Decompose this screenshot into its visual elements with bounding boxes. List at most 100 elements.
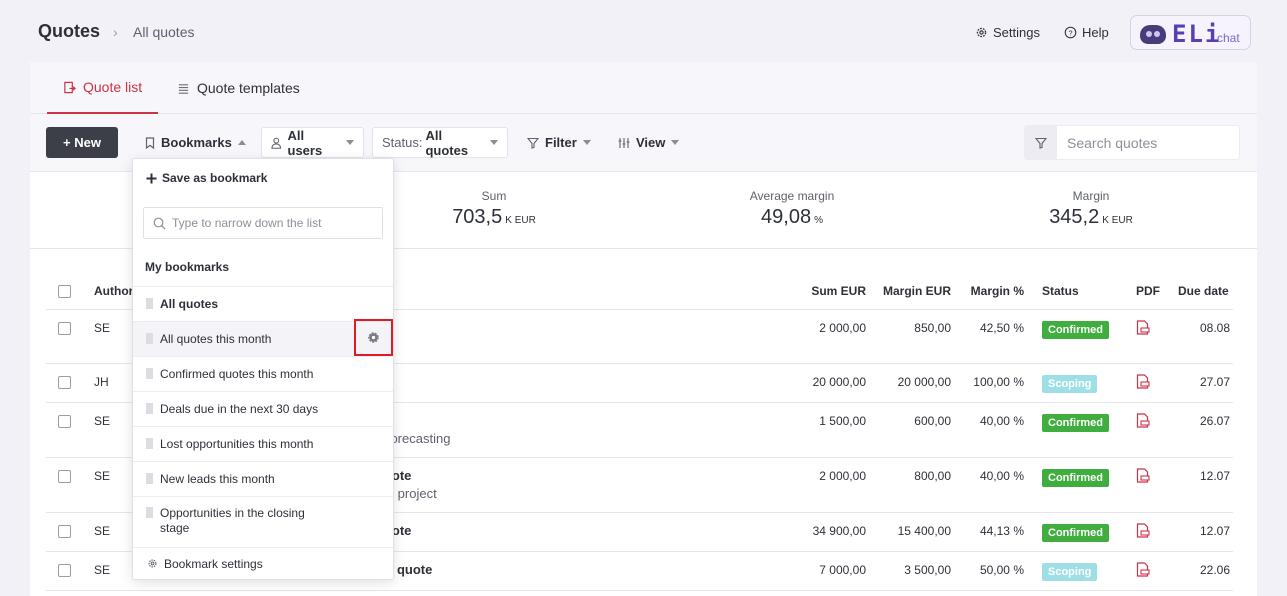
bookmarks-dropdown: Save as bookmark Type to narrow down the… xyxy=(132,158,394,580)
new-quote-button[interactable]: + New xyxy=(46,127,118,158)
settings-label: Settings xyxy=(993,25,1040,40)
bookmark-icon xyxy=(146,473,153,484)
pdf-icon[interactable] xyxy=(1136,413,1150,431)
view-label: View xyxy=(636,135,666,150)
row-checkbox[interactable] xyxy=(58,564,71,577)
chevron-down-icon xyxy=(346,140,354,145)
margin-pct-value: 50,00 % xyxy=(979,563,1024,577)
pdf-icon[interactable] xyxy=(1136,468,1150,486)
filter-button[interactable]: Filter xyxy=(518,127,600,158)
bookmark-item[interactable]: Lost opportunities this month xyxy=(133,426,393,461)
pdf-icon[interactable] xyxy=(1136,562,1150,580)
col-sum[interactable]: Sum EUR xyxy=(786,284,866,298)
bookmark-label: All quotes xyxy=(160,297,219,311)
users-select[interactable]: All users xyxy=(261,127,364,158)
bookmark-settings-button[interactable]: Bookmark settings xyxy=(133,547,393,579)
margin-value: 15 400,00 xyxy=(897,524,951,538)
tab-bar: Quote list Quote templates xyxy=(30,62,1257,114)
bookmark-item[interactable]: Opportunities in the closing stage xyxy=(133,496,393,547)
due-date-value: 22.06 xyxy=(1199,563,1230,577)
stat-label: Margin xyxy=(1072,189,1110,203)
margin-value: 800,00 xyxy=(914,469,951,483)
col-author[interactable]: Author xyxy=(94,284,133,298)
status-value: All quotes xyxy=(425,127,469,158)
status-badge: Confirmed xyxy=(1042,469,1109,487)
row-checkbox[interactable] xyxy=(58,376,71,389)
status-badge: Confirmed xyxy=(1042,524,1109,542)
row-checkbox[interactable] xyxy=(58,525,71,538)
list-icon xyxy=(178,83,189,94)
user-icon xyxy=(271,137,282,149)
pdf-icon[interactable] xyxy=(1136,320,1150,338)
bookmark-label: All quotes this month xyxy=(160,332,272,346)
bookmark-icon xyxy=(145,136,155,149)
search-icon xyxy=(153,217,166,230)
search-box: Search quotes xyxy=(1024,125,1240,160)
breadcrumb-separator: › xyxy=(113,24,118,40)
author-initials: JH xyxy=(94,375,109,389)
tab-label: Quote templates xyxy=(197,80,300,96)
eli-chat-label: chat xyxy=(1217,31,1240,45)
svg-text:?: ? xyxy=(1068,28,1072,37)
status-badge: Confirmed xyxy=(1042,414,1109,432)
row-checkbox[interactable] xyxy=(58,415,71,428)
pdf-icon[interactable] xyxy=(1136,523,1150,541)
caret-up-icon xyxy=(237,140,246,145)
bookmarks-button[interactable]: Bookmarks xyxy=(136,127,255,158)
eli-chat-button[interactable]: ELi chat xyxy=(1130,15,1251,50)
breadcrumb-title[interactable]: Quotes xyxy=(38,21,100,42)
summary-margin: Margin 345,2 K EUR xyxy=(991,189,1191,229)
col-status[interactable]: Status xyxy=(1042,284,1079,298)
col-margin-pct[interactable]: Margin % xyxy=(956,284,1024,298)
bookmark-label: Opportunities in the closing stage xyxy=(160,506,305,535)
bookmark-label: New leads this month xyxy=(160,472,275,486)
search-filter-button[interactable] xyxy=(1025,126,1057,159)
top-bar: Quotes › All quotes Settings ? Help ELi … xyxy=(0,0,1287,62)
stat-label: Average margin xyxy=(749,189,835,203)
save-bookmark-button[interactable]: Save as bookmark xyxy=(146,171,267,185)
margin-pct-value: 40,00 % xyxy=(979,469,1024,483)
pdf-icon[interactable] xyxy=(1136,374,1150,392)
bookmark-settings-gear-button[interactable] xyxy=(354,319,393,356)
bookmark-item[interactable]: Deals due in the next 30 days xyxy=(133,391,393,426)
quote-icon xyxy=(64,81,76,93)
row-checkbox[interactable] xyxy=(58,470,71,483)
margin-pct-value: 42,50 % xyxy=(979,321,1024,335)
eli-mascot-icon xyxy=(1140,25,1166,44)
bookmark-item[interactable]: New leads this month xyxy=(133,461,393,496)
bookmark-icon xyxy=(146,298,153,309)
eli-logo-text: ELi xyxy=(1172,20,1222,48)
author-initials: SE xyxy=(94,321,111,335)
col-pdf: PDF xyxy=(1136,284,1160,298)
chevron-down-icon xyxy=(490,140,498,145)
filter-label: Filter xyxy=(545,135,577,150)
select-all-checkbox[interactable] xyxy=(58,285,71,298)
margin-value: 850,00 xyxy=(914,321,951,335)
stat-label: Sum xyxy=(481,189,507,203)
bookmarks-label: Bookmarks xyxy=(161,135,232,150)
bookmark-icon xyxy=(146,507,153,518)
chevron-down-icon xyxy=(671,140,680,145)
columns-icon xyxy=(618,137,630,148)
col-margin[interactable]: Margin EUR xyxy=(871,284,951,298)
settings-link[interactable]: Settings xyxy=(975,25,1040,40)
col-due-date[interactable]: Due date xyxy=(1178,284,1229,298)
search-input[interactable]: Search quotes xyxy=(1067,135,1157,151)
bookmark-label: Lost opportunities this month xyxy=(160,437,314,451)
bookmark-item[interactable]: All quotes xyxy=(133,286,393,321)
margin-pct-value: 44,13 % xyxy=(979,524,1024,538)
help-link[interactable]: ? Help xyxy=(1064,25,1109,40)
margin-value: 600,00 xyxy=(914,414,951,428)
row-checkbox[interactable] xyxy=(58,322,71,335)
author-initials: SE xyxy=(94,414,111,428)
bookmark-icon xyxy=(146,333,153,344)
status-select[interactable]: Status: All quotes xyxy=(372,127,508,158)
view-button[interactable]: View xyxy=(609,127,688,158)
tab-quote-list[interactable]: Quote list xyxy=(47,62,159,114)
bookmark-search-input[interactable]: Type to narrow down the list xyxy=(143,207,383,239)
plus-icon xyxy=(146,173,157,183)
bookmark-icon xyxy=(146,368,153,379)
author-initials: SE xyxy=(94,524,111,538)
tab-quote-templates[interactable]: Quote templates xyxy=(161,62,316,114)
bookmark-item[interactable]: Confirmed quotes this month xyxy=(133,356,393,391)
